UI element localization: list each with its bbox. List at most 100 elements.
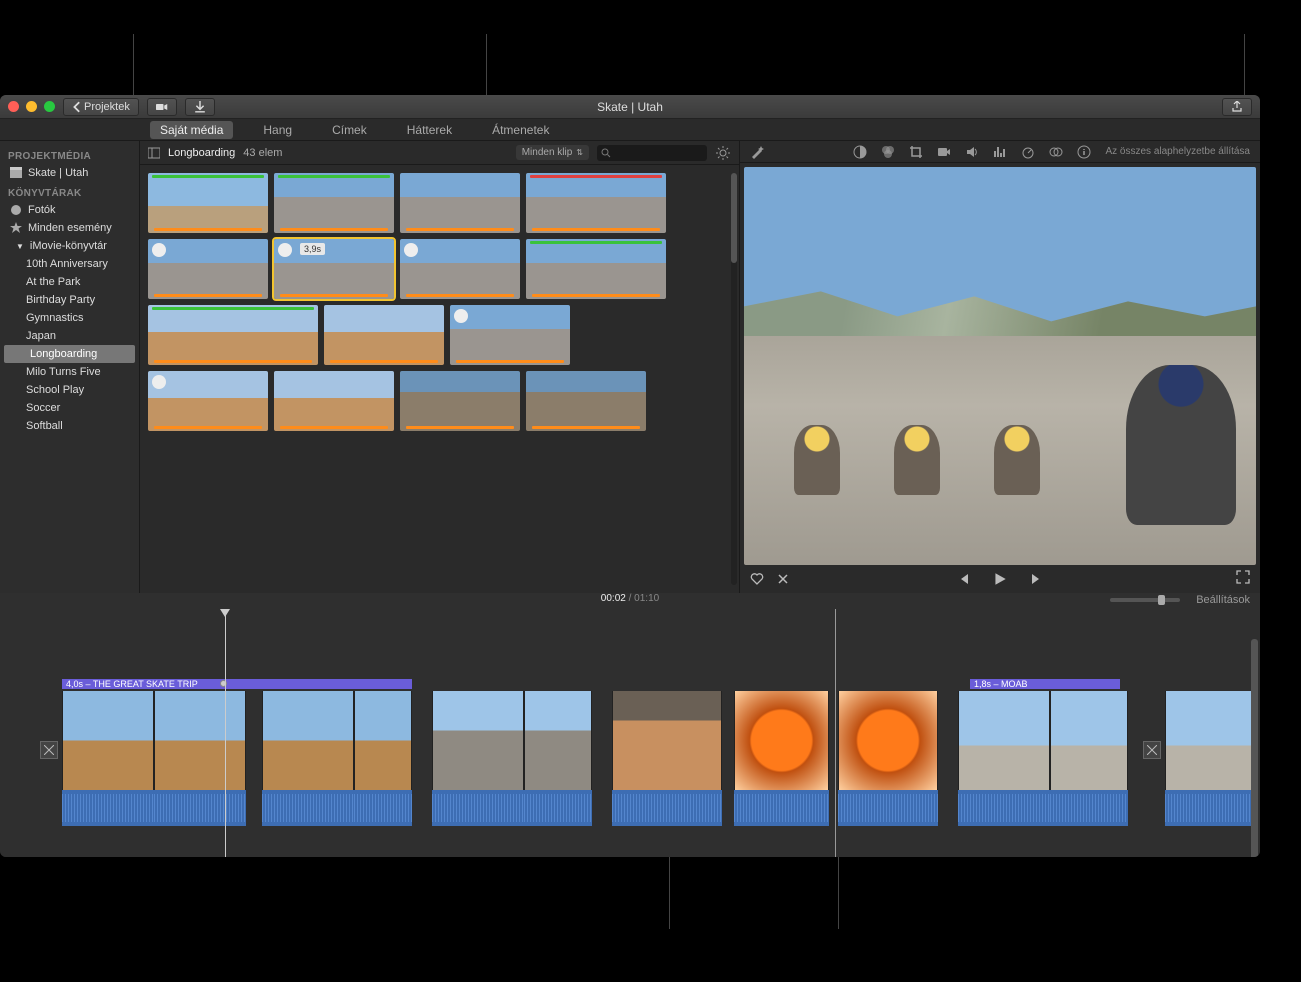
sidebar-toggle-icon[interactable]	[148, 147, 160, 159]
projects-back-button[interactable]: Projektek	[63, 98, 139, 116]
favorite-icon[interactable]	[750, 572, 764, 586]
import-button[interactable]	[185, 98, 215, 116]
event-item[interactable]: Gymnastics	[0, 309, 139, 327]
tab-backgrounds[interactable]: Hátterek	[397, 121, 462, 139]
imovie-library-label: iMovie-könyvtár	[30, 240, 107, 252]
tab-transitions[interactable]: Átmenetek	[482, 121, 559, 139]
clip-duration-badge: 3,9s	[300, 243, 325, 255]
transition-icon[interactable]	[1143, 741, 1161, 759]
event-item[interactable]: At the Park	[0, 273, 139, 291]
analyzing-spinner-icon	[152, 243, 166, 257]
clip-thumbnail[interactable]	[148, 239, 268, 299]
timeline-settings-button[interactable]: Beállítások	[1196, 594, 1250, 606]
clip-thumbnail[interactable]	[400, 371, 520, 431]
search-icon	[601, 148, 611, 158]
event-item[interactable]: School Play	[0, 381, 139, 399]
timeline-v-scrollbar[interactable]	[1251, 639, 1258, 857]
tab-titles[interactable]: Címek	[322, 121, 377, 139]
star-icon	[10, 222, 22, 234]
volume-icon[interactable]	[965, 145, 979, 159]
clip-thumbnail[interactable]	[274, 371, 394, 431]
callout-line	[486, 34, 487, 95]
minimize-window-button[interactable]	[26, 101, 37, 112]
clip-thumbnail[interactable]	[324, 305, 444, 365]
info-icon[interactable]	[1077, 145, 1091, 159]
preview-viewer[interactable]	[744, 167, 1256, 565]
next-icon[interactable]	[1030, 572, 1044, 586]
all-events-label: Minden esemény	[28, 222, 112, 234]
zoom-slider[interactable]	[1110, 598, 1180, 602]
video-clip[interactable]	[838, 691, 938, 826]
project-item[interactable]: Skate | Utah	[0, 164, 139, 182]
magic-wand-icon[interactable]	[750, 145, 764, 159]
clip-thumbnail[interactable]	[148, 305, 318, 365]
transport-controls	[740, 565, 1260, 593]
color-balance-icon[interactable]	[853, 145, 867, 159]
event-item[interactable]: Softball	[0, 417, 139, 435]
clapper-icon	[10, 167, 22, 179]
speed-icon[interactable]	[1021, 145, 1035, 159]
event-label: At the Park	[26, 276, 80, 288]
timeline-time-display: 00:02 / 01:10	[601, 593, 659, 604]
event-item-selected[interactable]: Longboarding	[4, 345, 135, 363]
prev-icon[interactable]	[956, 572, 970, 586]
clip-thumbnail[interactable]	[400, 173, 520, 233]
photos-library-item[interactable]: Fotók	[0, 201, 139, 219]
noise-reduction-icon[interactable]	[993, 145, 1007, 159]
close-window-button[interactable]	[8, 101, 19, 112]
transition-icon[interactable]	[40, 741, 58, 759]
search-input[interactable]	[597, 145, 707, 161]
libraries-sidebar: PROJEKTMÉDIA Skate | Utah KÖNYVTÁRAK Fot…	[0, 141, 140, 593]
event-item[interactable]: Soccer	[0, 399, 139, 417]
timeline[interactable]: 4,0s – THE GREAT SKATE TRIP 1,8s – MOAB	[0, 609, 1260, 857]
chevron-left-icon	[72, 101, 84, 113]
video-clip[interactable]	[62, 691, 252, 826]
gear-icon[interactable]	[715, 145, 731, 161]
title-clip[interactable]: 1,8s – MOAB	[970, 679, 1120, 689]
timeline-header: 00:02 / 01:10 Beállítások	[0, 593, 1260, 609]
video-clip[interactable]	[958, 691, 1128, 826]
video-clip[interactable]	[1165, 691, 1255, 826]
clip-filter-dropdown[interactable]: Minden klip ⇅	[516, 145, 589, 160]
browser-scrollbar[interactable]	[731, 173, 737, 585]
clip-thumbnail[interactable]	[526, 371, 646, 431]
clip-thumbnail[interactable]	[450, 305, 570, 365]
reject-icon[interactable]	[776, 572, 790, 586]
clip-thumbnail[interactable]	[274, 173, 394, 233]
event-item[interactable]: Birthday Party	[0, 291, 139, 309]
total-time: 01:10	[634, 593, 659, 604]
media-browser: Longboarding 43 elem Minden klip ⇅	[140, 141, 740, 593]
imovie-library-item[interactable]: ▼ iMovie-könyvtár	[0, 237, 139, 255]
title-clip[interactable]: 4,0s – THE GREAT SKATE TRIP	[62, 679, 412, 689]
fullscreen-icon[interactable]	[1236, 570, 1250, 584]
playhead[interactable]	[225, 609, 226, 857]
color-correction-icon[interactable]	[881, 145, 895, 159]
clip-thumbnail[interactable]	[526, 239, 666, 299]
video-clip[interactable]	[432, 691, 592, 826]
event-item[interactable]: Japan	[0, 327, 139, 345]
clip-thumbnail[interactable]	[526, 173, 666, 233]
window-title: Skate | Utah	[597, 100, 663, 114]
event-item[interactable]: 10th Anniversary	[0, 255, 139, 273]
all-events-item[interactable]: Minden esemény	[0, 219, 139, 237]
zoom-window-button[interactable]	[44, 101, 55, 112]
media-import-button[interactable]	[147, 98, 177, 116]
clip-thumbnail[interactable]	[400, 239, 520, 299]
tab-audio[interactable]: Hang	[253, 121, 302, 139]
clip-thumbnail[interactable]	[148, 173, 268, 233]
event-item[interactable]: Milo Turns Five	[0, 363, 139, 381]
tab-my-media[interactable]: Saját média	[150, 121, 233, 139]
reset-all-label[interactable]: Az összes alaphelyzetbe állítása	[1105, 146, 1250, 157]
share-button[interactable]	[1222, 98, 1252, 116]
clip-filter-icon[interactable]	[1049, 145, 1063, 159]
video-clip[interactable]	[734, 691, 829, 826]
event-label: Gymnastics	[26, 312, 83, 324]
clip-thumbnail[interactable]	[148, 371, 268, 431]
browser-item-count: 43 elem	[243, 147, 282, 159]
play-icon[interactable]	[992, 571, 1008, 587]
clip-thumbnail-selected[interactable]: 3,9s	[274, 239, 394, 299]
crop-icon[interactable]	[909, 145, 923, 159]
stabilization-icon[interactable]	[937, 145, 951, 159]
video-clip[interactable]	[262, 691, 412, 826]
video-clip[interactable]	[612, 691, 722, 826]
